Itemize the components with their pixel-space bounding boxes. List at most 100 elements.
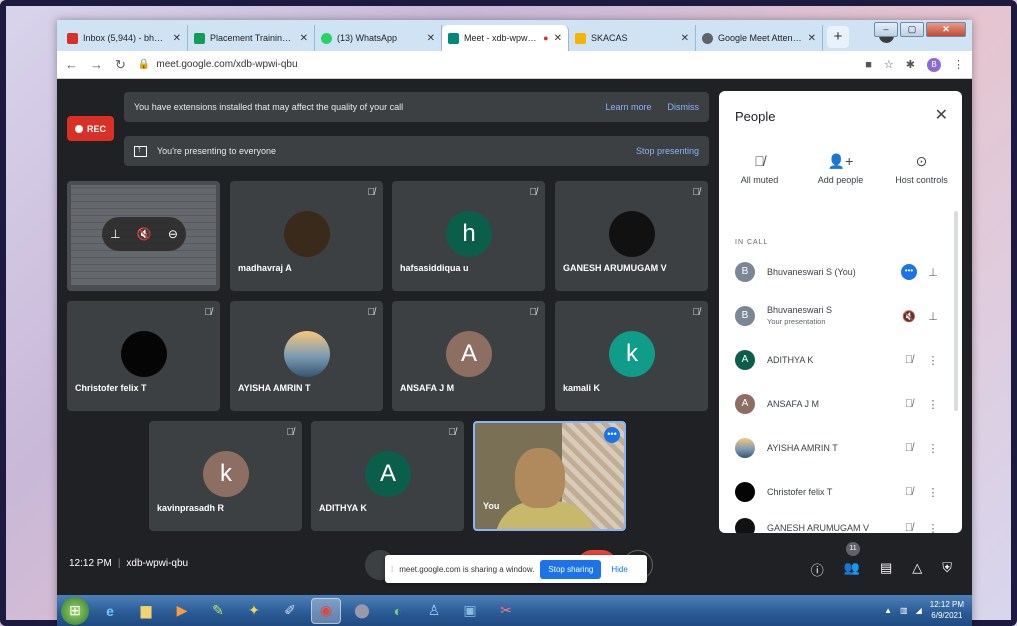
hide-button[interactable]: Hide	[611, 565, 627, 574]
mic-off-icon[interactable]: 🎙̸	[897, 398, 921, 410]
close-tab-icon[interactable]: ✕	[173, 33, 181, 44]
mic-off-icon[interactable]: 🎙̸	[897, 486, 921, 498]
participant-row[interactable]: B Bhuvaneswari S Your presentation 🔇 ⊥	[735, 299, 945, 333]
more-vert-icon[interactable]: ⋮	[921, 486, 945, 499]
sheets-icon	[194, 32, 205, 44]
participant-tile[interactable]: 🎙̸ A ADITHYA K	[311, 421, 464, 531]
participant-row[interactable]: AYISHA AMRIN T 🎙̸ ⋮	[735, 431, 945, 465]
pin-icon[interactable]: ⊥	[110, 227, 120, 241]
chat-icon[interactable]: ▤	[880, 560, 892, 579]
file-explorer-icon[interactable]: ▆	[131, 598, 161, 624]
more-vert-icon[interactable]: ⋮	[921, 354, 945, 367]
extensions-icon[interactable]: ✱	[906, 58, 915, 71]
minimize-button[interactable]: –	[874, 22, 898, 37]
close-tab-icon[interactable]: ✕	[427, 33, 435, 44]
participant-tile[interactable]: 🎙̸ k kamali K	[555, 301, 708, 411]
close-panel-icon[interactable]: ✕	[935, 105, 948, 125]
internet-explorer-icon[interactable]: e	[95, 598, 125, 624]
mic-off-icon: 🎙̸	[692, 307, 701, 318]
forward-icon[interactable]: →	[90, 57, 103, 72]
activities-icon[interactable]: △	[912, 560, 922, 579]
more-options-icon[interactable]: •••	[897, 264, 921, 280]
remove-icon[interactable]: ⊖	[168, 227, 178, 241]
mute-icon[interactable]: 🔇	[137, 227, 152, 241]
clock[interactable]: 12:12 PM 6/9/2021	[930, 599, 964, 621]
account-avatar[interactable]: B	[927, 57, 941, 72]
app-icon[interactable]: ⬤	[347, 598, 377, 624]
stop-presenting-button[interactable]: Stop presenting	[636, 146, 699, 156]
maximize-button[interactable]: ▢	[900, 22, 924, 37]
participant-tile[interactable]: 🎙̸ AYISHA AMRIN T	[230, 301, 383, 411]
all-muted-button[interactable]: 🎙̸ All muted	[724, 153, 796, 185]
tab-attendance[interactable]: Google Meet Attendan...✕	[696, 25, 823, 51]
host-controls-icon[interactable]: ⛨	[942, 560, 952, 579]
participant-tile[interactable]: 🎙̸ k kavinprasadh R	[149, 421, 302, 531]
host-controls-button[interactable]: ⊙ Host controls	[886, 153, 958, 185]
media-player-icon[interactable]: ▶	[167, 598, 197, 624]
more-vert-icon[interactable]: ⋮	[921, 522, 945, 534]
close-window-button[interactable]: ✕	[926, 22, 966, 37]
participant-tile[interactable]: 🎙̸ h hafsasiddiqua u	[392, 181, 545, 291]
mic-off-icon[interactable]: 🎙̸	[897, 522, 921, 533]
url-field[interactable]: 🔒 meet.google.com/xdb-wpwi-qbu	[138, 59, 853, 70]
add-person-icon: 👤+	[827, 153, 854, 169]
self-video-tile[interactable]: ••• You	[473, 421, 626, 531]
close-tab-icon[interactable]: ✕	[554, 33, 562, 44]
mic-off-icon[interactable]: 🎙̸	[897, 354, 921, 366]
drag-handle-icon[interactable]: ⁞	[391, 565, 393, 574]
tab-meet[interactable]: Meet - xdb-wpwi-... ● ✕	[442, 25, 569, 51]
participant-tile[interactable]: 🎙̸ A ANSAFA J M	[392, 301, 545, 411]
tab-placement[interactable]: Placement Training Att...✕	[188, 25, 315, 51]
participant-row[interactable]: B Bhuvaneswari S (You) ••• ⊥	[735, 255, 945, 289]
camera-icon[interactable]: ■	[865, 59, 872, 71]
pin-icon[interactable]: ⊥	[921, 266, 945, 279]
start-button[interactable]: ⊞	[61, 596, 89, 625]
close-tab-icon[interactable]: ✕	[681, 33, 689, 44]
meeting-details[interactable]: 12:12 PM | xdb-wpwi-qbu	[69, 558, 188, 569]
new-tab-button[interactable]: +	[827, 26, 849, 48]
back-icon[interactable]: ←	[65, 57, 78, 72]
star-icon[interactable]: ☆	[884, 58, 894, 71]
app-icon[interactable]: ✦	[239, 598, 269, 624]
tab-gmail[interactable]: Inbox (5,944) - bhuvan...✕	[61, 25, 188, 51]
tab-skacas[interactable]: SKACAS ✕	[569, 25, 696, 51]
more-vert-icon[interactable]: ⋮	[921, 442, 945, 455]
add-people-button[interactable]: 👤+ Add people	[805, 153, 877, 185]
close-tab-icon[interactable]: ✕	[808, 33, 816, 44]
app-icon[interactable]: ♙	[419, 598, 449, 624]
paint-icon[interactable]: ✎	[203, 598, 233, 624]
app-icon[interactable]: ◐	[383, 598, 413, 624]
app-icon[interactable]: ▣	[455, 598, 485, 624]
dismiss-button[interactable]: Dismiss	[668, 102, 700, 112]
info-icon[interactable]: ⓘ	[811, 560, 824, 579]
participant-tile[interactable]: 🎙̸ Christofer felix T	[67, 301, 220, 411]
audio-off-icon[interactable]: 🔇	[897, 310, 921, 323]
chrome-icon[interactable]: ◉	[311, 597, 341, 624]
more-vert-icon[interactable]: ⋮	[921, 398, 945, 411]
network-icon[interactable]: ▥	[900, 606, 908, 615]
show-hidden-icons[interactable]: ▲	[884, 606, 892, 615]
record-icon	[74, 124, 83, 133]
learn-more-link[interactable]: Learn more	[605, 102, 651, 112]
participant-row[interactable]: Christofer felix T 🎙̸ ⋮	[735, 475, 945, 509]
close-tab-icon[interactable]: ✕	[300, 33, 308, 44]
app-icon[interactable]: ✂	[491, 598, 521, 624]
participant-row[interactable]: A ADITHYA K 🎙̸ ⋮	[735, 343, 945, 377]
tab-whatsapp[interactable]: (13) WhatsApp ✕	[315, 25, 442, 51]
participant-tile[interactable]: 🎙̸ madhavraj A	[230, 181, 383, 291]
scrollbar[interactable]	[954, 211, 958, 411]
participant-tile[interactable]: 🎙̸ GANESH ARUMUGAM V	[555, 181, 708, 291]
pin-icon[interactable]: ⊥	[921, 310, 945, 323]
notepad-icon[interactable]: ✐	[275, 598, 305, 624]
stop-sharing-button[interactable]: Stop sharing	[540, 559, 602, 579]
volume-icon[interactable]: ◢	[916, 606, 922, 615]
avatar	[284, 331, 330, 377]
more-options-icon[interactable]: •••	[604, 427, 620, 443]
participant-row[interactable]: GANESH ARUMUGAM V 🎙̸ ⋮	[735, 511, 945, 533]
mic-off-icon[interactable]: 🎙̸	[897, 442, 921, 454]
reload-icon[interactable]: ↻	[115, 57, 126, 73]
menu-icon[interactable]: ⋮	[953, 58, 964, 71]
presentation-tile[interactable]: ⊥ 🔇 ⊖	[67, 181, 220, 291]
people-icon[interactable]: 👥	[844, 560, 860, 579]
participant-row[interactable]: A ANSAFA J M 🎙̸ ⋮	[735, 387, 945, 421]
